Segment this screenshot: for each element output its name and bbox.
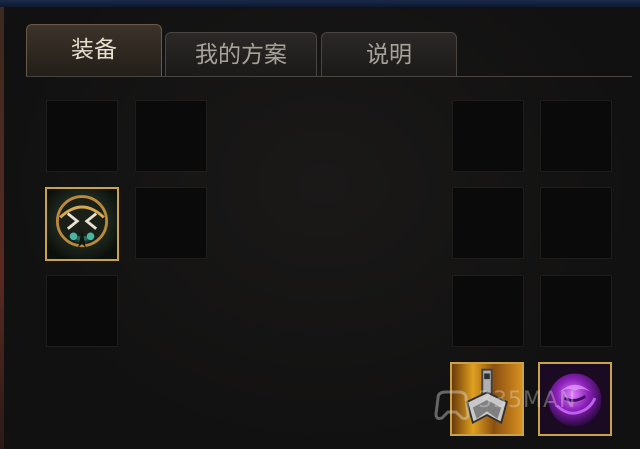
guardian-helm-item[interactable] (45, 187, 119, 261)
right-slot-4[interactable] (540, 187, 612, 259)
left-slot-4[interactable] (135, 187, 207, 259)
grappling-hook-item[interactable] (450, 362, 524, 436)
left-slot-2[interactable] (135, 100, 207, 172)
grappling-hook-icon (452, 364, 522, 434)
left-slot-1[interactable] (46, 100, 118, 172)
tab-divider (26, 76, 632, 77)
right-slot-1[interactable] (452, 100, 524, 172)
guardian-helm-icon (47, 189, 117, 259)
purple-orb-item[interactable] (538, 362, 612, 436)
right-slot-6[interactable] (540, 275, 612, 347)
tab-my-plans[interactable]: 我的方案 (165, 32, 317, 77)
left-slot-5[interactable] (46, 275, 118, 347)
top-strip (0, 0, 640, 7)
tab-equipment[interactable]: 装备 (26, 24, 162, 77)
right-slot-5[interactable] (452, 275, 524, 347)
tab-instructions[interactable]: 说明 (321, 32, 457, 77)
purple-orb-icon (540, 364, 610, 434)
right-slot-3[interactable] (452, 187, 524, 259)
right-slot-2[interactable] (540, 100, 612, 172)
